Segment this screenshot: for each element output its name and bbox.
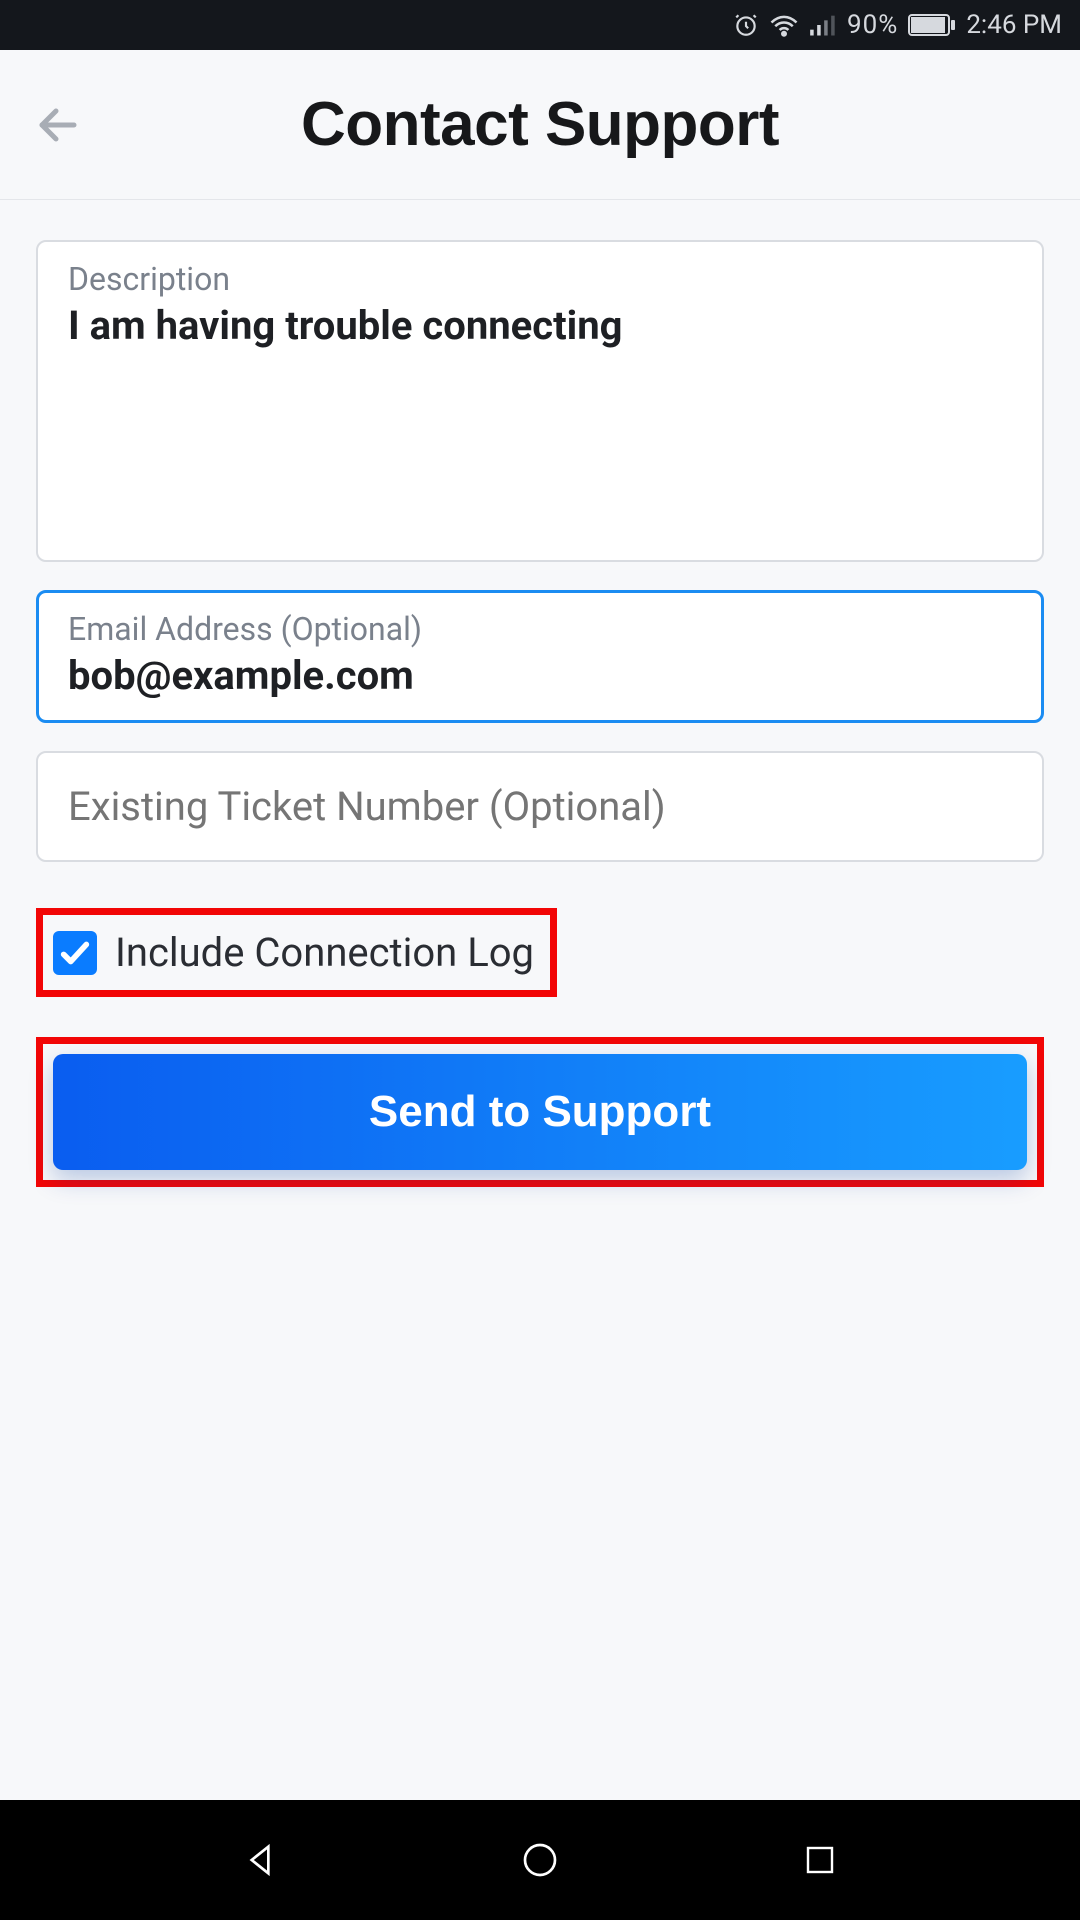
wifi-icon [769, 12, 799, 38]
signal-icon [809, 13, 837, 37]
email-field[interactable]: Email Address (Optional) [36, 590, 1044, 723]
description-label: Description [68, 260, 1012, 298]
alarm-icon [733, 12, 759, 38]
email-label: Email Address (Optional) [68, 610, 1012, 648]
send-button-highlight: Send to Support [36, 1037, 1044, 1187]
nav-back-button[interactable] [230, 1830, 290, 1890]
battery-icon [908, 14, 956, 36]
triangle-back-icon [240, 1840, 280, 1880]
app-header: Contact Support [0, 50, 1080, 200]
checkmark-icon [58, 936, 92, 970]
circle-home-icon [520, 1840, 560, 1880]
back-button[interactable] [28, 95, 88, 155]
email-input[interactable] [68, 652, 1012, 699]
form-content: Description Email Address (Optional) Inc… [0, 200, 1080, 1187]
send-to-support-button[interactable]: Send to Support [53, 1054, 1027, 1170]
square-recent-icon [802, 1842, 838, 1878]
battery-percent: 90% [847, 10, 898, 40]
include-log-highlight: Include Connection Log [36, 908, 557, 997]
description-input[interactable] [68, 302, 1012, 542]
android-nav-bar [0, 1800, 1080, 1920]
nav-home-button[interactable] [510, 1830, 570, 1890]
status-time: 2:46 PM [966, 10, 1062, 40]
status-bar: 90% 2:46 PM [0, 0, 1080, 50]
page-title: Contact Support [0, 89, 1080, 160]
include-log-checkbox[interactable] [53, 931, 97, 975]
arrow-left-icon [34, 101, 82, 149]
description-field[interactable]: Description [36, 240, 1044, 562]
nav-recent-button[interactable] [790, 1830, 850, 1890]
ticket-field[interactable] [36, 751, 1044, 862]
include-log-label: Include Connection Log [115, 929, 534, 976]
ticket-input[interactable] [68, 783, 1012, 830]
